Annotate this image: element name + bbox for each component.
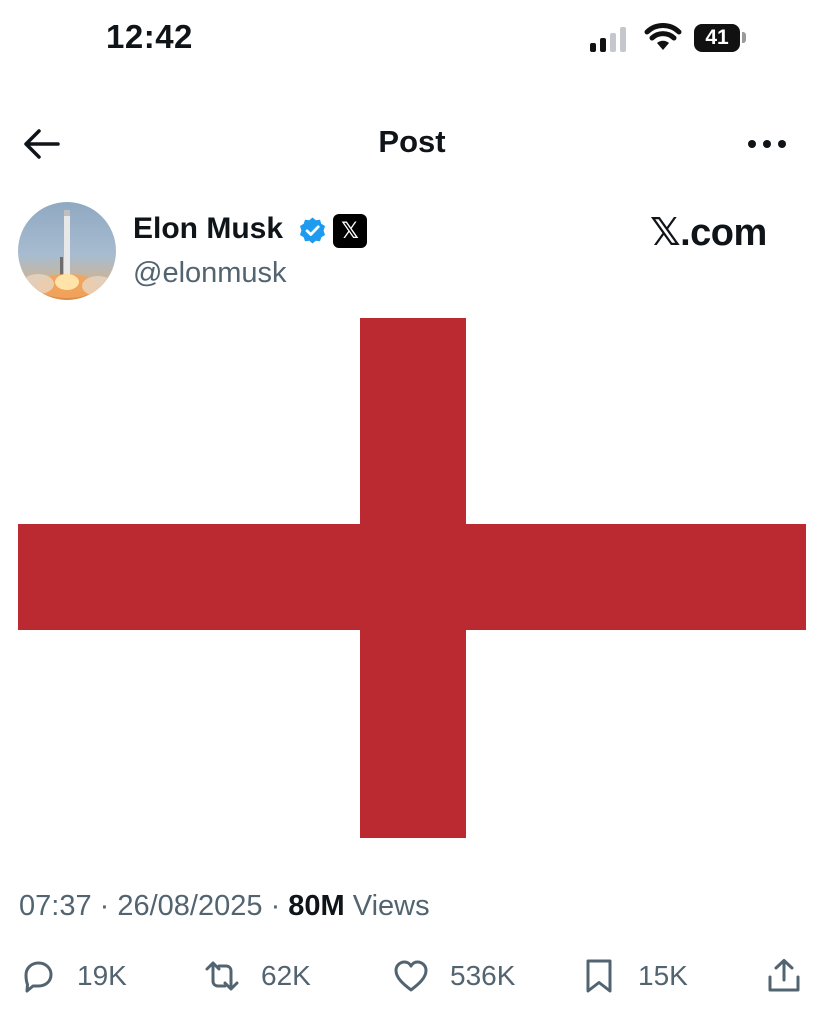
cellular-signal-icon	[590, 26, 632, 52]
verified-badge-icon[interactable]	[298, 216, 327, 245]
reply-button[interactable]: 19K	[19, 954, 127, 998]
repost-icon	[205, 961, 239, 991]
status-bar-time: 12:42	[106, 18, 193, 55]
repost-button[interactable]: 62K	[203, 954, 311, 998]
more-options-button[interactable]	[744, 128, 790, 160]
bookmark-count: 15K	[638, 960, 688, 991]
battery-icon: 41	[694, 24, 740, 52]
post-image[interactable]	[18, 318, 806, 838]
rocket-launch-icon	[22, 210, 114, 298]
heart-icon	[394, 960, 428, 992]
reply-icon	[24, 961, 53, 993]
meta-separator: ·	[91, 890, 118, 922]
views-count[interactable]: 80M	[288, 890, 344, 922]
like-count: 536K	[450, 960, 516, 991]
page-title: Post	[378, 124, 446, 159]
author-handle[interactable]: @elonmusk	[133, 257, 287, 290]
repost-count: 62K	[261, 960, 311, 991]
share-icon	[768, 959, 800, 992]
post-date[interactable]: 26/08/2025	[117, 890, 262, 922]
more-horizontal-icon	[748, 140, 786, 148]
bookmark-icon	[586, 959, 612, 993]
views-label[interactable]: Views	[345, 890, 430, 922]
like-button[interactable]: 536K	[392, 954, 515, 998]
battery-cap	[742, 32, 746, 43]
reply-count: 19K	[77, 960, 127, 991]
author-name[interactable]: Elon Musk	[133, 212, 283, 246]
bookmark-button[interactable]: 15K	[580, 954, 688, 998]
share-button[interactable]	[765, 954, 803, 998]
meta-separator: ·	[262, 890, 289, 922]
x-affiliate-badge[interactable]: 𝕏	[333, 214, 367, 248]
avatar[interactable]	[18, 202, 116, 300]
st-george-cross-flag	[18, 318, 806, 838]
post-metadata: 07:37 · 26/08/2025 · 80M Views	[19, 890, 430, 923]
wifi-icon	[644, 22, 682, 52]
cross-horizontal-bar	[18, 524, 806, 630]
xcom-watermark: 𝕏.com	[650, 212, 767, 254]
post-time[interactable]: 07:37	[19, 890, 92, 922]
